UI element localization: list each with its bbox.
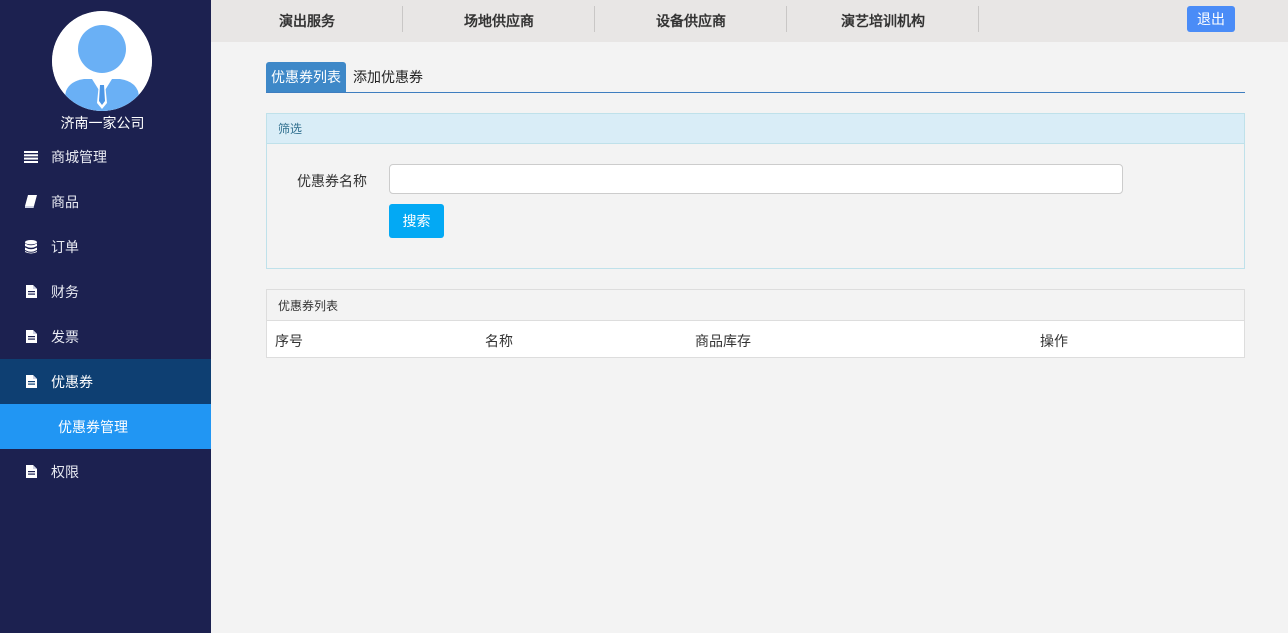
company-name: 济南一家公司 <box>60 116 145 132</box>
top-nav-bar: 演出服务 场地供应商 设备供应商 演艺培训机构 退出 <box>211 0 1288 42</box>
column-header-name: 名称 <box>485 334 513 350</box>
top-nav: 演出服务 场地供应商 设备供应商 演艺培训机构 <box>211 0 979 42</box>
search-button[interactable]: 搜索 <box>389 204 444 238</box>
coupon-name-label: 优惠券名称 <box>297 174 367 190</box>
sidebar-item-orders[interactable]: 订单 <box>0 224 211 269</box>
sidebar: 济南一家公司 商城管理 商品 订单 财务 发票 优惠券 优惠券管理 权限 <box>0 0 211 633</box>
logout-button[interactable]: 退出 <box>1187 6 1235 32</box>
sidebar-item-label: 商品 <box>51 194 79 211</box>
file-icon <box>23 374 39 390</box>
sidebar-menu: 商城管理 商品 订单 财务 发票 优惠券 优惠券管理 权限 <box>0 134 211 494</box>
sidebar-item-label: 商城管理 <box>51 149 107 166</box>
list-icon <box>23 149 39 165</box>
file-icon <box>23 329 39 345</box>
coupon-list-heading: 优惠券列表 <box>267 290 1244 321</box>
sidebar-item-label: 权限 <box>51 464 79 481</box>
coupon-list-panel: 优惠券列表 序号 名称 商品库存 操作 <box>266 289 1245 358</box>
database-icon <box>23 239 39 255</box>
sidebar-item-label: 订单 <box>51 239 79 256</box>
filter-panel: 筛选 优惠券名称 搜索 <box>266 113 1245 269</box>
user-avatar-icon <box>52 11 152 111</box>
content-tabs: 优惠券列表 添加优惠券 <box>266 62 1245 93</box>
nav-equipment-suppliers[interactable]: 设备供应商 <box>595 0 787 42</box>
sidebar-item-label: 发票 <box>51 329 79 346</box>
file-icon <box>23 464 39 480</box>
tab-coupon-list[interactable]: 优惠券列表 <box>266 62 346 92</box>
nav-training-institutions[interactable]: 演艺培训机构 <box>787 0 979 42</box>
sidebar-item-label: 财务 <box>51 284 79 301</box>
sidebar-subitem-coupon-management[interactable]: 优惠券管理 <box>0 404 211 449</box>
avatar <box>52 11 152 111</box>
nav-venue-suppliers[interactable]: 场地供应商 <box>403 0 595 42</box>
column-header-index: 序号 <box>275 334 303 350</box>
tab-add-coupon[interactable]: 添加优惠券 <box>346 62 430 92</box>
coupon-table: 序号 名称 商品库存 操作 <box>267 321 1244 357</box>
sidebar-item-label: 优惠券 <box>51 374 93 391</box>
sidebar-item-label: 优惠券管理 <box>58 419 128 436</box>
sidebar-item-coupons[interactable]: 优惠券 <box>0 359 211 404</box>
nav-performance-services[interactable]: 演出服务 <box>211 0 403 42</box>
sidebar-item-products[interactable]: 商品 <box>0 179 211 224</box>
file-icon <box>23 284 39 300</box>
book-icon <box>23 194 39 210</box>
filter-panel-heading: 筛选 <box>267 114 1244 144</box>
column-header-actions: 操作 <box>1040 334 1068 350</box>
sidebar-item-invoices[interactable]: 发票 <box>0 314 211 359</box>
column-header-stock: 商品库存 <box>695 334 751 350</box>
sidebar-item-mall-management[interactable]: 商城管理 <box>0 134 211 179</box>
sidebar-item-permissions[interactable]: 权限 <box>0 449 211 494</box>
coupon-name-input[interactable] <box>389 164 1123 194</box>
sidebar-item-finance[interactable]: 财务 <box>0 269 211 314</box>
